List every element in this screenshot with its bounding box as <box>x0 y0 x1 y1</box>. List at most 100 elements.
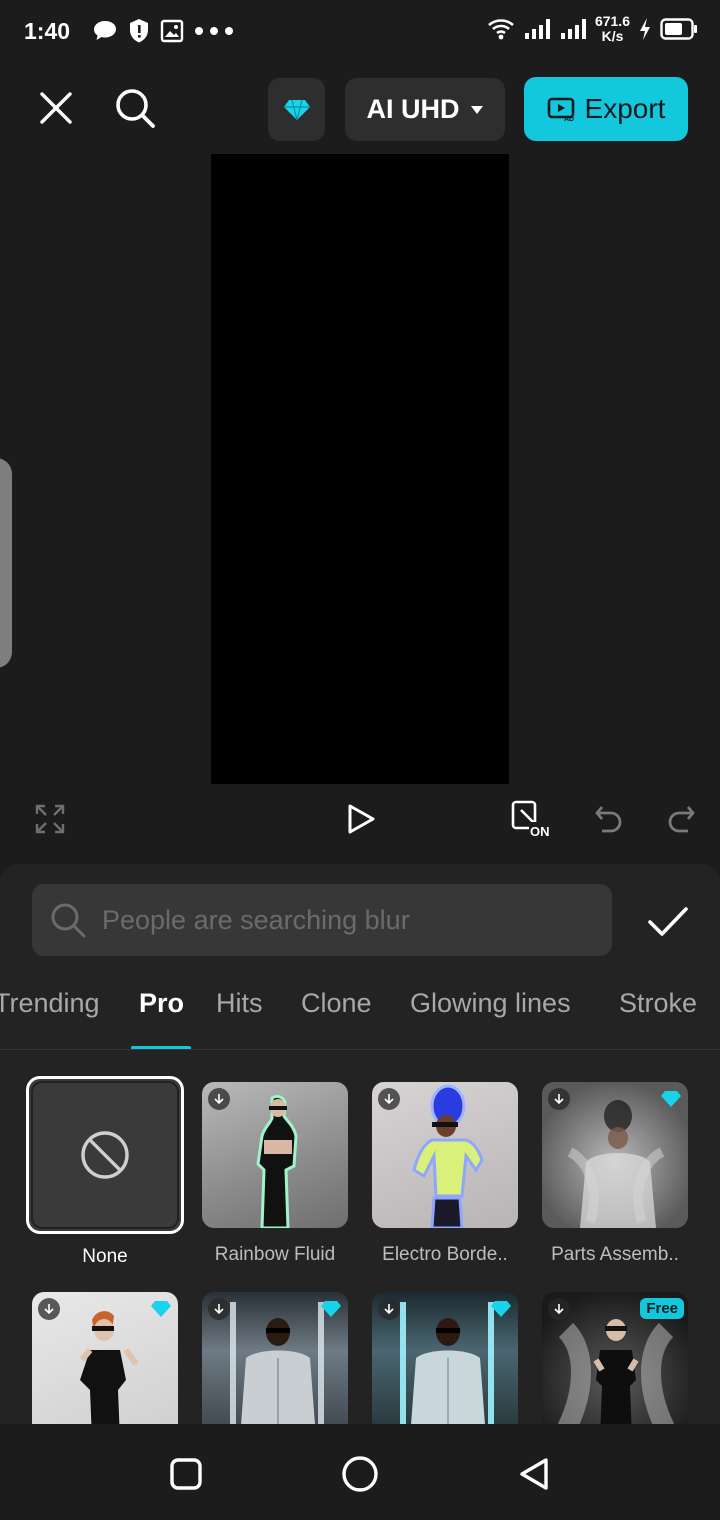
effect-thumbnail <box>202 1292 348 1424</box>
download-icon <box>208 1088 230 1110</box>
tab-glowing-lines[interactable]: Glowing lines <box>410 988 571 1019</box>
system-nav-bar <box>0 1424 720 1520</box>
fullscreen-icon <box>35 804 65 834</box>
download-icon <box>378 1298 400 1320</box>
shield-icon <box>130 19 148 43</box>
effect-card[interactable]: Free <box>542 1292 688 1424</box>
person-figure <box>230 1302 324 1424</box>
playback-controls: ON <box>0 784 720 864</box>
recents-icon <box>170 1458 202 1490</box>
download-icon <box>208 1298 230 1320</box>
signal-icon <box>560 19 586 39</box>
network-speed: 671.6 K/s <box>595 14 630 44</box>
person-figure <box>567 1100 665 1228</box>
redo-icon <box>668 806 695 833</box>
effect-thumbnail <box>202 1082 348 1228</box>
download-icon <box>548 1298 570 1320</box>
search-button[interactable] <box>113 86 157 130</box>
status-time: 1:40 <box>24 18 71 44</box>
caret-down-icon <box>470 105 483 114</box>
home-icon <box>342 1456 378 1492</box>
keyframe-toggle-button[interactable]: ON <box>507 794 557 844</box>
person-figure <box>256 1094 298 1228</box>
person-figure <box>79 1311 139 1424</box>
video-canvas[interactable] <box>211 154 509 784</box>
effect-search-input[interactable]: People are searching blur <box>32 884 612 956</box>
effect-card[interactable]: Electro Borde.. <box>372 1082 518 1266</box>
close-button[interactable] <box>34 86 78 130</box>
tab-pro[interactable]: Pro <box>139 988 184 1019</box>
side-panel-handle[interactable] <box>0 458 12 668</box>
export-icon: AD <box>547 97 574 122</box>
battery-icon <box>660 18 697 40</box>
tab-trending[interactable]: Trending <box>0 988 100 1019</box>
effect-card[interactable]: Parts Assemb.. <box>542 1082 688 1266</box>
charging-icon <box>640 18 650 40</box>
search-icon <box>51 903 86 938</box>
tab-stroke[interactable]: Stroke <box>619 988 697 1019</box>
recents-button[interactable] <box>164 1452 208 1496</box>
diamond-icon <box>491 1301 511 1317</box>
no-effect-icon <box>81 1131 129 1179</box>
undo-button[interactable] <box>584 794 634 844</box>
effects-grid: None Rainbow Fluid Electro Borde.. Parts… <box>0 1050 720 1424</box>
undo-icon <box>595 806 622 833</box>
effect-label: Parts Assemb.. <box>551 1244 679 1265</box>
close-icon <box>40 92 72 124</box>
tab-clone[interactable]: Clone <box>301 988 372 1019</box>
effect-card[interactable] <box>202 1292 348 1424</box>
effect-thumbnail <box>372 1292 518 1424</box>
resolution-dropdown[interactable]: AI UHD <box>345 78 505 141</box>
download-icon <box>38 1298 60 1320</box>
effect-label: None <box>82 1246 128 1267</box>
speed-value: 671.6 <box>594 13 630 29</box>
effect-label: Electro Borde.. <box>382 1244 508 1265</box>
fullscreen-button[interactable] <box>25 794 75 844</box>
export-button[interactable]: AD Export <box>524 77 688 141</box>
wifi-icon <box>488 19 514 40</box>
export-label: Export <box>584 93 666 124</box>
search-placeholder: People are searching blur <box>102 904 410 935</box>
effects-panel: People are searching blur Trending Pro H… <box>0 864 720 1424</box>
resolution-label: AI UHD <box>366 94 460 124</box>
diamond-icon <box>151 1301 171 1317</box>
search-icon <box>116 89 155 128</box>
effect-card[interactable]: Rainbow Fluid <box>202 1082 348 1266</box>
diamond-icon <box>321 1301 341 1317</box>
play-button[interactable] <box>336 794 386 844</box>
person-figure <box>400 1302 494 1424</box>
confirm-button[interactable] <box>644 898 692 946</box>
download-icon <box>548 1088 570 1110</box>
effect-thumbnail <box>32 1292 178 1424</box>
category-tabs: Trending Pro Hits Clone Glowing lines St… <box>0 974 720 1050</box>
home-button[interactable] <box>338 1452 382 1496</box>
status-bar: 1:40 671.6 K/s <box>0 0 720 64</box>
image-icon <box>160 19 184 43</box>
effect-card[interactable] <box>32 1292 178 1424</box>
top-toolbar: AI UHD AD Export <box>0 64 720 154</box>
download-icon <box>378 1088 400 1110</box>
effect-card[interactable] <box>372 1292 518 1424</box>
keyframe-on-icon: ON <box>511 800 554 839</box>
effect-thumbnail <box>26 1076 184 1234</box>
diamond-icon <box>661 1091 681 1107</box>
speed-unit: K/s <box>601 28 624 44</box>
effect-thumbnail <box>372 1082 518 1228</box>
chat-icon <box>94 21 116 40</box>
back-icon <box>520 1458 548 1490</box>
check-icon <box>648 907 688 936</box>
effect-thumbnail: Free <box>542 1292 688 1424</box>
effect-label: Rainbow Fluid <box>214 1244 336 1265</box>
svg-text:AD: AD <box>564 116 574 122</box>
tab-hits[interactable]: Hits <box>216 988 263 1019</box>
effect-card-none[interactable]: None <box>26 1076 184 1268</box>
pro-button[interactable] <box>268 78 325 141</box>
redo-button[interactable] <box>656 794 706 844</box>
back-button[interactable] <box>512 1452 556 1496</box>
free-badge: Free <box>640 1298 684 1319</box>
svg-text:ON: ON <box>530 824 550 839</box>
video-preview-area <box>0 154 720 784</box>
signal-icon <box>524 19 550 39</box>
effect-thumbnail <box>542 1082 688 1228</box>
diamond-icon <box>283 99 310 120</box>
